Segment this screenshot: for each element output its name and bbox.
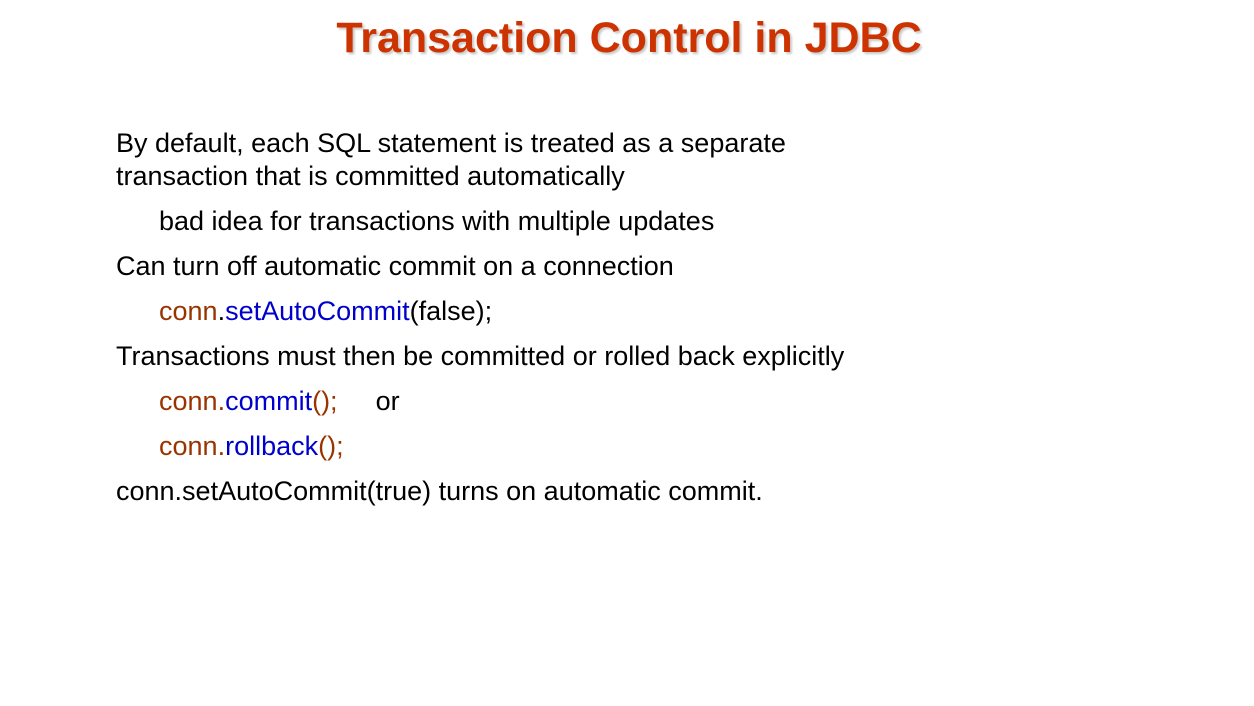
code-method: setAutoCommit (225, 296, 410, 326)
code-or-connector: or (375, 386, 400, 416)
bullet-autocommit-true: conn.setAutoCommit(true) turns on automa… (116, 476, 763, 506)
code-rollback: conn.rollback(); (159, 430, 344, 463)
code-object: conn (159, 386, 218, 416)
code-method: rollback (225, 431, 319, 461)
code-commit: conn.commit(); or (159, 385, 400, 418)
code-dot: . (217, 431, 226, 461)
bullet-default-autocommit-line1: By default, each SQL statement is treate… (116, 128, 786, 158)
code-dot: . (217, 386, 226, 416)
code-args: (); (318, 431, 344, 461)
bullet-turn-off-autocommit: Can turn off automatic commit on a conne… (116, 251, 674, 281)
slide-title: Transaction Control in JDBC (336, 14, 922, 62)
code-method: commit (225, 386, 313, 416)
bullet-default-autocommit-line2: transaction that is committed automatica… (116, 161, 625, 191)
code-object: conn (159, 431, 218, 461)
code-args: (false); (409, 296, 493, 326)
bullet-commit-or-rollback: Transactions must then be committed or r… (116, 341, 845, 371)
code-object: conn (159, 296, 218, 326)
code-set-autocommit-false: conn.setAutoCommit(false); (159, 295, 492, 328)
sub-bullet-bad-idea: bad idea for transactions with multiple … (159, 206, 715, 236)
code-dot: . (217, 296, 226, 326)
code-args: (); (312, 386, 338, 416)
